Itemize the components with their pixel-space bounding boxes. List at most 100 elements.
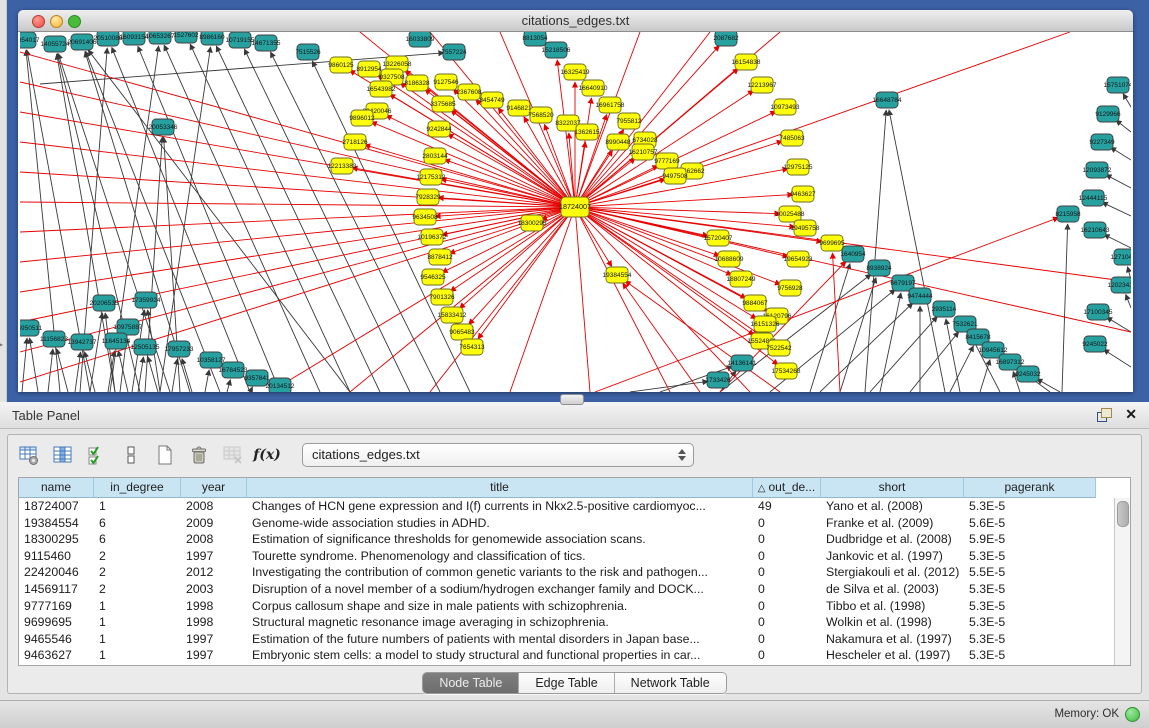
graph-edge[interactable] (205, 370, 209, 392)
graph-edge[interactable] (30, 338, 38, 392)
column-header-outde[interactable]: △out_de... (753, 478, 821, 498)
graph-edge[interactable] (250, 387, 253, 392)
graph-edge[interactable] (870, 316, 937, 392)
network-canvas[interactable]: 1872400798601258912954132260589327508165… (20, 32, 1131, 392)
column-header-indegree[interactable]: in_degree (94, 478, 181, 498)
graph-edge[interactable] (1126, 294, 1131, 308)
column-header-name[interactable]: name (19, 478, 94, 498)
graph-edge[interactable] (575, 207, 795, 227)
graph-edge[interactable] (1037, 379, 1060, 392)
table-row[interactable]: 1938455462009Genome-wide association stu… (19, 515, 1114, 532)
vertical-scrollbar[interactable] (1114, 498, 1130, 665)
tab-network-table[interactable]: Network Table (615, 673, 726, 693)
graph-node-label: 16640910 (579, 85, 608, 92)
graph-edge[interactable] (575, 32, 1070, 207)
graph-edge[interactable] (160, 47, 211, 392)
graph-node-label: 10975887 (114, 324, 143, 331)
window-titlebar[interactable]: citations_edges.txt (18, 10, 1133, 32)
new-document-icon[interactable] (152, 443, 178, 467)
graph-edge[interactable] (182, 359, 192, 392)
graph-edge[interactable] (1107, 317, 1131, 332)
graph-edge[interactable] (1106, 175, 1131, 188)
graph-edge[interactable] (20, 207, 575, 382)
graph-edge[interactable] (1104, 234, 1131, 248)
graph-node-label: 2718126 (342, 139, 368, 146)
table-row[interactable]: 946362711997Embryonic stem cells: a mode… (19, 647, 1114, 664)
table-row[interactable]: 969969511998Structural magnetic resonanc… (19, 614, 1114, 631)
graph-edge[interactable] (350, 207, 575, 392)
graph-edge[interactable] (1116, 120, 1131, 132)
graph-edge[interactable] (22, 338, 27, 392)
graph-edge[interactable] (172, 359, 177, 392)
table-selector-dropdown[interactable]: citations_edges.txt (302, 443, 694, 467)
float-window-icon[interactable] (1097, 408, 1111, 421)
cell-short: Hescheler et al. (1997) (821, 647, 964, 664)
cell-short: de Silva et al. (2003) (821, 581, 964, 598)
table-row[interactable]: 2242004622012Investigating the contribut… (19, 564, 1114, 581)
scrollbar-thumb[interactable] (1117, 501, 1129, 527)
cell-pagerank: 5.3E-5 (964, 581, 1096, 598)
select-column-icon[interactable] (50, 443, 76, 467)
graph-edge[interactable] (865, 110, 886, 392)
graph-edge[interactable] (1103, 349, 1131, 367)
column-header-short[interactable]: short (821, 478, 964, 498)
graph-node-label: 20691406 (68, 39, 97, 46)
cell-title: Changes of HCN gene expression and I(f) … (247, 498, 753, 515)
graph-edge[interactable] (20, 52, 575, 207)
graph-edge[interactable] (75, 352, 81, 392)
panel-collapse-arrow[interactable]: ▸ (0, 340, 3, 349)
column-header-title[interactable]: title (247, 478, 753, 498)
graph-edge[interactable] (950, 346, 973, 392)
panel-divider-grip[interactable] (560, 394, 584, 405)
network-window[interactable]: citations_edges.txt 18724007986012589129… (18, 10, 1133, 392)
graph-edge[interactable] (164, 45, 320, 392)
graph-edge[interactable] (138, 46, 280, 392)
close-icon[interactable]: ✕ (1125, 406, 1137, 422)
graph-node-label: 10653267 (146, 33, 175, 40)
table-row[interactable]: 1830029562008Estimation of significance … (19, 531, 1114, 548)
tab-edge-table[interactable]: Edge Table (519, 673, 614, 693)
graph-edge[interactable] (138, 357, 143, 392)
graph-edge[interactable] (1102, 202, 1131, 216)
graph-edge[interactable] (118, 351, 128, 392)
graph-edge[interactable] (575, 207, 590, 392)
cell-outde: 0 (753, 548, 821, 565)
graph-node-label: 7654313 (459, 344, 485, 351)
cell-name: 22420046 (19, 564, 94, 581)
graph-edge[interactable] (1123, 94, 1131, 107)
graph-edge[interactable] (810, 264, 850, 392)
table-row[interactable]: 911546021997Tourette syndrome. Phenomeno… (19, 548, 1114, 565)
select-rows-icon[interactable] (84, 443, 110, 467)
memory-ok-icon[interactable] (1125, 707, 1140, 722)
cell-year: 2008 (181, 531, 247, 548)
row-height-icon[interactable] (118, 443, 144, 467)
graph-edge[interactable] (833, 253, 840, 392)
column-header-year[interactable]: year (181, 478, 247, 498)
graph-edge[interactable] (575, 32, 710, 207)
graph-edge[interactable] (227, 380, 230, 392)
table-row[interactable]: 1872400712008Changes of HCN gene express… (19, 498, 1114, 515)
graph-edge[interactable] (910, 332, 959, 392)
table-row[interactable]: 946554611997Estimation of the future num… (19, 631, 1114, 648)
table-row[interactable]: 977716911998Corpus callosum shape and si… (19, 598, 1114, 615)
graph-edge[interactable] (20, 207, 575, 262)
function-builder-icon[interactable]: f(x) (254, 443, 280, 467)
graph-edge[interactable] (48, 349, 53, 392)
graph-edge[interactable] (20, 202, 575, 207)
graph-edge[interactable] (510, 207, 575, 392)
graph-edge[interactable] (148, 357, 158, 392)
graph-edge[interactable] (1062, 224, 1068, 392)
graph-edge[interactable] (557, 60, 575, 207)
graph-edge[interactable] (575, 207, 1131, 332)
graph-edge[interactable] (575, 207, 780, 214)
graph-edge[interactable] (112, 47, 250, 392)
column-header-pagerank[interactable]: pagerank (964, 478, 1096, 498)
graph-edge[interactable] (980, 360, 990, 392)
graph-edge[interactable] (1110, 147, 1131, 160)
delete-rows-icon[interactable] (186, 443, 212, 467)
tab-node-table[interactable]: Node Table (423, 673, 519, 693)
table-row[interactable]: 1456911722003Disruption of a novel membe… (19, 581, 1114, 598)
table-settings-icon[interactable] (16, 443, 42, 467)
graph-edge[interactable] (575, 207, 670, 392)
cell-short: Dudbridge et al. (2008) (821, 531, 964, 548)
